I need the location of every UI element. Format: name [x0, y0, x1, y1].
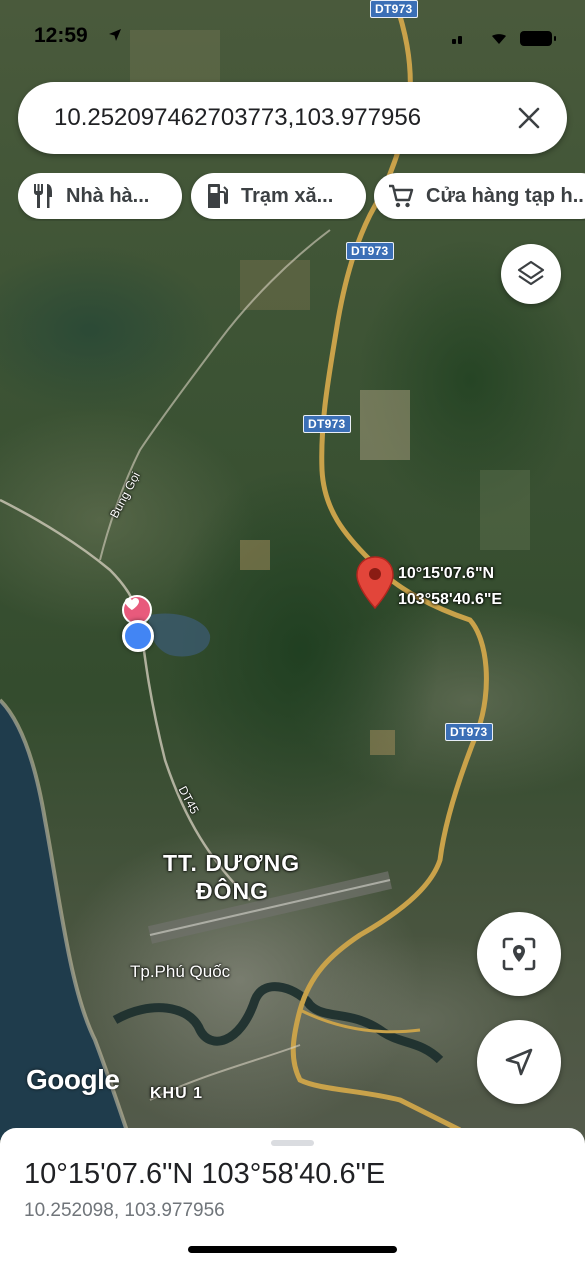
chip-grocery-stores-label: Cửa hàng tạp h... — [426, 184, 585, 207]
location-pin-button[interactable] — [477, 912, 561, 996]
navigation-arrow-icon — [505, 1048, 533, 1076]
map-layers-button[interactable] — [501, 244, 561, 304]
search-input[interactable]: 10.252097462703773,103.977956 — [54, 104, 466, 132]
restaurant-icon — [32, 183, 54, 209]
google-attribution: Google — [26, 1064, 120, 1095]
dropped-pin[interactable] — [354, 555, 396, 611]
location-services-icon — [109, 29, 121, 41]
road-shield-dt973: DT973 — [445, 723, 493, 741]
heart-icon — [125, 598, 139, 610]
road-shield-dt973: DT973 — [303, 415, 351, 433]
pin-label-lng: 103°58'40.6"E — [398, 591, 503, 608]
status-bar: 12:59 — [0, 0, 585, 70]
road-shield-dt973: DT973 — [346, 242, 394, 260]
home-indicator[interactable] — [188, 1246, 397, 1253]
town-label-line2: ĐÔNG — [196, 878, 269, 904]
chip-gas-stations[interactable]: Trạm xă... — [191, 173, 366, 219]
my-location-button[interactable] — [477, 1020, 561, 1104]
chip-restaurants[interactable]: Nhà hà... — [18, 173, 182, 219]
layers-icon — [517, 260, 545, 286]
cellular-signal-icon — [452, 36, 462, 44]
sheet-drag-handle[interactable] — [271, 1140, 314, 1146]
wifi-icon — [492, 34, 506, 44]
shopping-cart-icon — [388, 183, 414, 209]
search-bar[interactable]: 10.252097462703773,103.977956 — [18, 82, 567, 154]
city-label: Tp.Phú Quốc — [130, 962, 231, 981]
chip-gas-stations-label: Trạm xă... — [241, 184, 334, 207]
close-icon — [518, 107, 540, 129]
map-pin-icon — [356, 556, 394, 610]
gas-station-icon — [205, 183, 229, 209]
status-time: 12:59 — [34, 24, 88, 47]
pin-label-lat: 10°15'07.6"N — [398, 565, 495, 582]
chip-restaurants-label: Nhà hà... — [66, 184, 150, 207]
district-label: KHU 1 — [150, 1085, 204, 1102]
my-location-dot — [122, 620, 154, 652]
town-label-line1: TT. DƯƠNG — [163, 850, 301, 876]
clear-search-button[interactable] — [509, 98, 549, 138]
battery-icon — [520, 31, 556, 46]
coordinates-decimal-subtitle: 10.252098, 103.977956 — [24, 1200, 225, 1221]
location-frame-icon — [502, 937, 536, 971]
coordinates-dms-title: 10°15'07.6"N 103°58'40.6"E — [24, 1158, 386, 1190]
chip-grocery-stores[interactable]: Cửa hàng tạp h... — [374, 173, 585, 219]
category-chips: Nhà hà... Trạm xă... Cửa hàng tạp h... — [18, 173, 585, 221]
